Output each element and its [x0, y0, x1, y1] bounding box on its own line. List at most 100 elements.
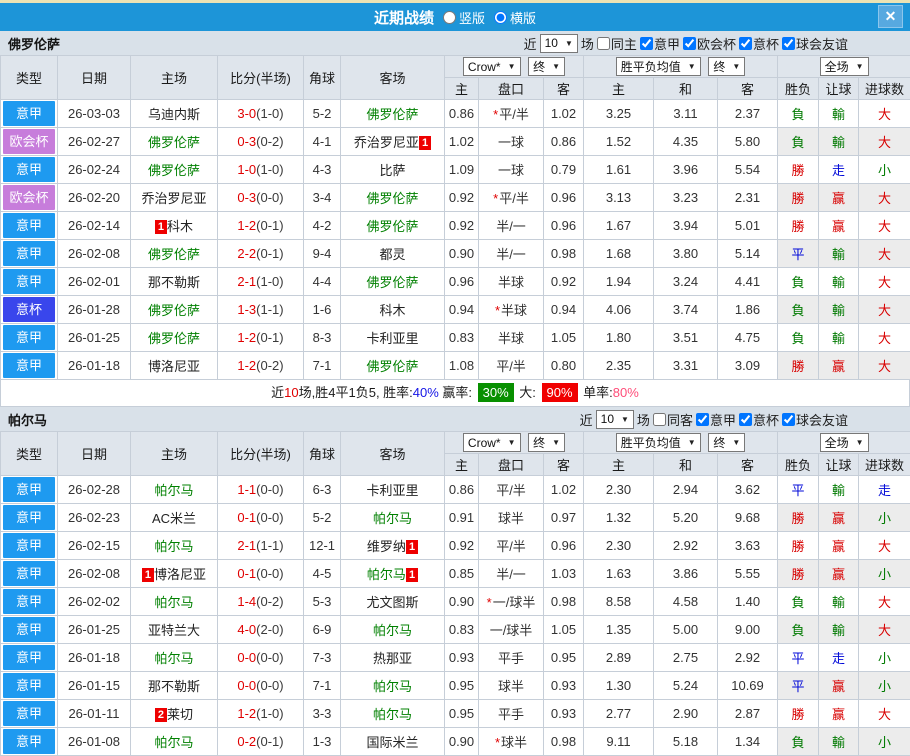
away-team-cell: 帕尔马1 — [341, 560, 445, 588]
result-let-cell-value: 輸 — [832, 331, 845, 346]
select-value: 终 — [713, 58, 725, 75]
home-team-name: 乌迪内斯 — [148, 107, 200, 122]
league-filter-checkbox[interactable] — [782, 413, 795, 426]
mean-type-select[interactable]: 胜平负均值 ▼ — [616, 57, 701, 76]
games-label: 场 — [581, 34, 594, 53]
odds-away-cell: 0.94 — [544, 296, 584, 324]
full-score: 1-4 — [237, 594, 256, 609]
half-score: (0-2) — [256, 134, 283, 149]
same-venue-filter[interactable]: 同主 — [594, 34, 637, 53]
odds-away-cell: 0.95 — [544, 644, 584, 672]
result-let-cell-value: 赢 — [832, 511, 845, 526]
result-goals-cell-value: 小 — [878, 163, 891, 178]
half-score: (0-1) — [256, 734, 283, 749]
scope-select[interactable]: 全场 ▼ — [820, 433, 869, 452]
same-filter-checkbox[interactable] — [653, 413, 666, 426]
handicap-cell: 半/一 — [479, 240, 544, 268]
away-team-cell: 帕尔马 — [341, 504, 445, 532]
away-team-cell: 尤文图斯 — [341, 588, 445, 616]
home-team-cell: AC米兰 — [131, 504, 218, 532]
result-let-cell-value: 赢 — [832, 219, 845, 234]
date-cell: 26-01-28 — [58, 296, 131, 324]
result-let-cell: 輸 — [819, 616, 859, 644]
date-cell: 26-02-23 — [58, 504, 131, 532]
mean-final-select[interactable]: 终 ▼ — [708, 433, 745, 452]
result-let-cell: 輸 — [819, 476, 859, 504]
league-badge: 意甲 — [3, 533, 55, 558]
league-filter[interactable]: 意杯 — [736, 34, 779, 53]
handicap-cell: *半球 — [479, 296, 544, 324]
match-count-select[interactable]: 10 ▼ — [596, 410, 634, 429]
home-team-cell: 帕尔马 — [131, 476, 218, 504]
result-wdl-cell: 勝 — [778, 560, 819, 588]
date-cell: 26-02-02 — [58, 588, 131, 616]
full-score: 0-0 — [237, 650, 256, 665]
version-radio[interactable] — [494, 11, 507, 24]
scope-select[interactable]: 全场 ▼ — [820, 57, 869, 76]
same-filter-checkbox[interactable] — [597, 37, 610, 50]
away-team-name: 帕尔马 — [367, 567, 406, 582]
bookmaker-select[interactable]: Crow* ▼ — [463, 433, 521, 452]
odds-home-cell: 0.86 — [445, 476, 479, 504]
mean-final-select[interactable]: 终 ▼ — [708, 57, 745, 76]
result-wdl-cell-value: 負 — [792, 623, 805, 638]
half-score: (1-0) — [256, 106, 283, 121]
corner-cell: 8-3 — [304, 324, 341, 352]
league-filter-checkbox[interactable] — [739, 413, 752, 426]
result-let-cell-value: 赢 — [832, 679, 845, 694]
star-marker: * — [493, 191, 498, 206]
result-wdl-cell: 勝 — [778, 352, 819, 380]
score-cell: 1-2(0-2) — [218, 352, 304, 380]
result-goals-cell: 小 — [859, 728, 910, 756]
league-cell: 欧会杯 — [1, 184, 58, 212]
layout-option-horizontal[interactable]: 横版 — [485, 8, 536, 27]
league-filter[interactable]: 球会友谊 — [779, 410, 848, 429]
result-goals-cell: 大 — [859, 532, 910, 560]
select-value: 全场 — [825, 434, 849, 451]
same-venue-filter[interactable]: 同客 — [650, 410, 693, 429]
odds-final-select[interactable]: 终 ▼ — [528, 433, 565, 452]
layout-option-vertical[interactable]: 竖版 — [434, 8, 485, 27]
bookmaker-select[interactable]: Crow* ▼ — [463, 57, 521, 76]
mean-draw-cell: 2.94 — [654, 476, 718, 504]
mean-away-cell: 5.01 — [718, 212, 778, 240]
mean-draw-cell: 5.00 — [654, 616, 718, 644]
result-goals-cell: 大 — [859, 100, 910, 128]
result-wdl-cell-value: 平 — [792, 483, 805, 498]
version-radio[interactable] — [443, 11, 456, 24]
handicap-cell: 平手 — [479, 700, 544, 728]
result-wdl-cell-value: 勝 — [792, 567, 805, 582]
close-button[interactable]: ✕ — [878, 5, 903, 28]
star-marker: * — [493, 107, 498, 122]
result-wdl-cell: 負 — [778, 128, 819, 156]
result-wdl-cell-value: 負 — [792, 735, 805, 750]
date-cell: 26-01-25 — [58, 616, 131, 644]
league-filter-checkbox[interactable] — [683, 37, 696, 50]
corner-cell: 5-2 — [304, 100, 341, 128]
league-filter[interactable]: 意甲 — [637, 34, 680, 53]
match-row: 意甲26-02-01那不勒斯2-1(1-0)4-4佛罗伦萨0.96半球0.921… — [1, 268, 910, 296]
team-name: 佛罗伦萨 — [8, 34, 60, 53]
league-cell: 意甲 — [1, 560, 58, 588]
league-filter[interactable]: 欧会杯 — [680, 34, 736, 53]
league-filter-checkbox[interactable] — [782, 37, 795, 50]
col-header-mean-draw: 和 — [654, 78, 718, 100]
result-let-cell: 赢 — [819, 504, 859, 532]
league-filter[interactable]: 意杯 — [736, 410, 779, 429]
match-count-select[interactable]: 10 ▼ — [540, 34, 578, 53]
mean-home-cell: 1.94 — [584, 268, 654, 296]
league-filter-checkbox[interactable] — [739, 37, 752, 50]
odds-final-select[interactable]: 终 ▼ — [528, 57, 565, 76]
col-header-mean-away: 客 — [718, 454, 778, 476]
league-filter-checkbox[interactable] — [640, 37, 653, 50]
mean-type-select[interactable]: 胜平负均值 ▼ — [616, 433, 701, 452]
league-filter-checkbox[interactable] — [696, 413, 709, 426]
league-filter[interactable]: 意甲 — [693, 410, 736, 429]
result-let-cell-value: 赢 — [832, 191, 845, 206]
mean-select-group: 胜平负均值 ▼ 终 ▼ — [584, 432, 778, 454]
mean-away-cell: 3.63 — [718, 532, 778, 560]
mean-home-cell: 2.77 — [584, 700, 654, 728]
league-filter[interactable]: 球会友谊 — [779, 34, 848, 53]
half-score: (0-0) — [256, 482, 283, 497]
mean-home-cell: 2.89 — [584, 644, 654, 672]
